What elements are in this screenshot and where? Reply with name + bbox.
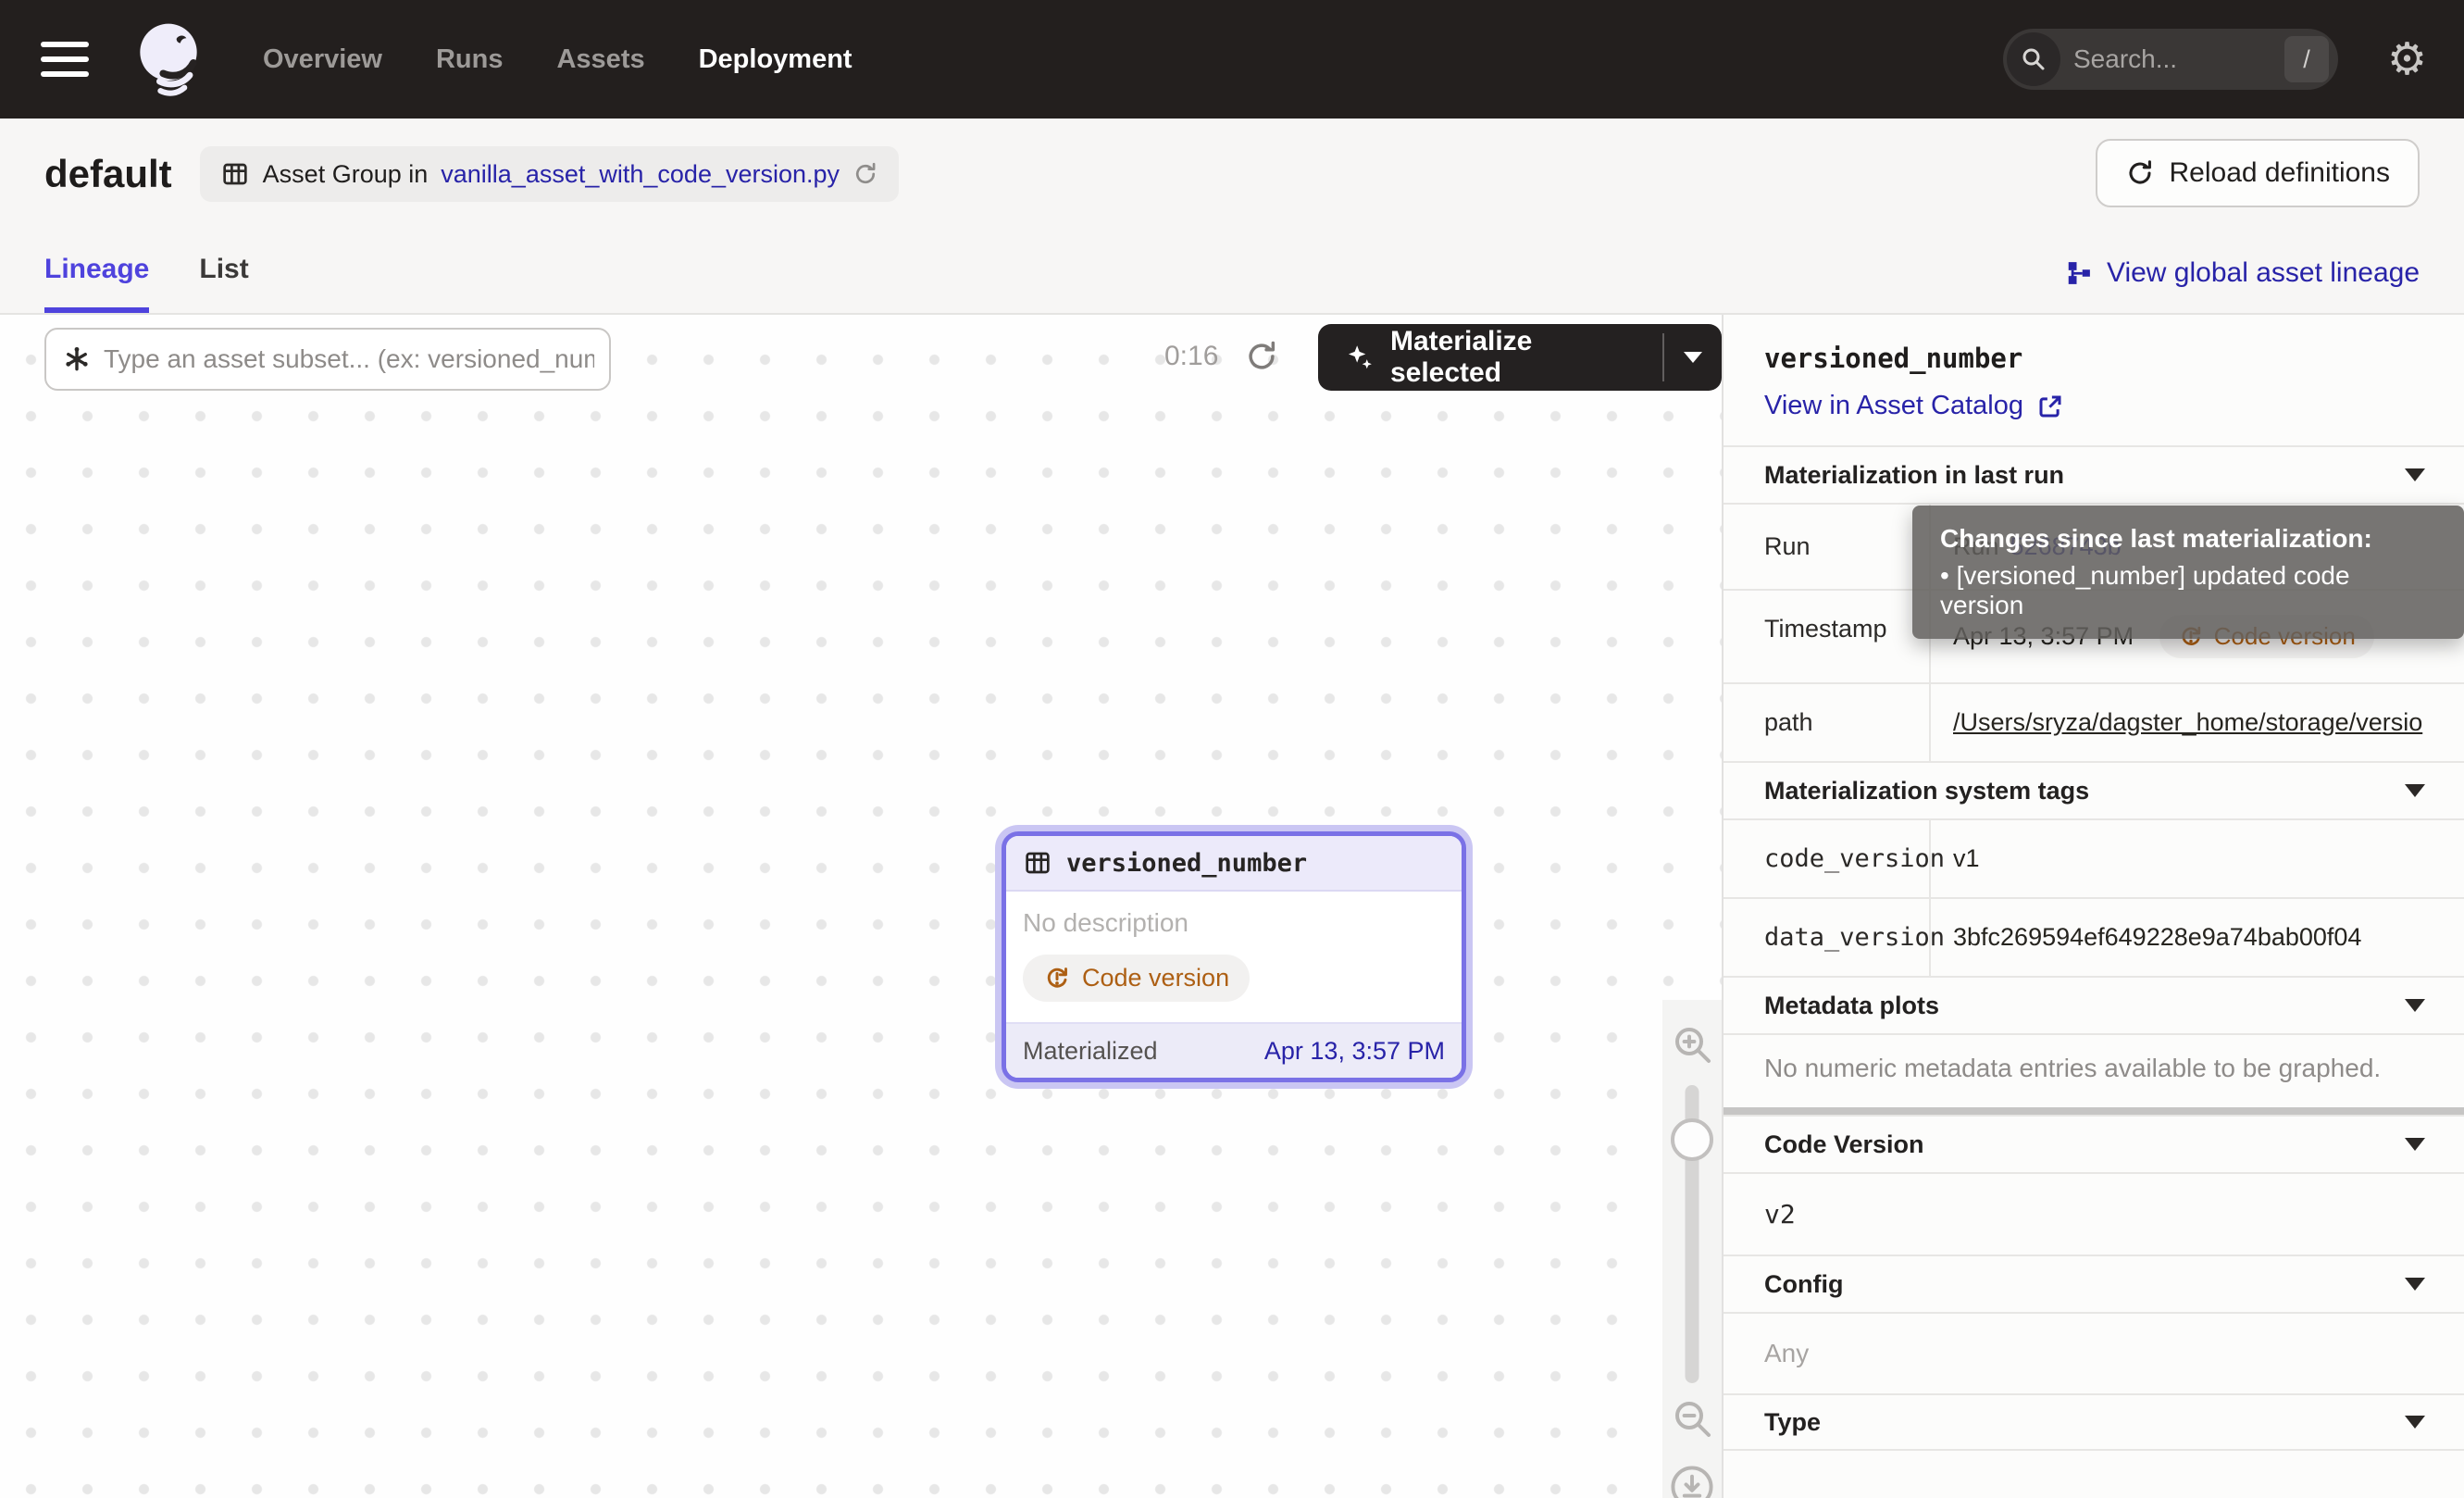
asset-selection-icon <box>61 343 93 375</box>
config-value: Any <box>1724 1312 2464 1393</box>
section-title: Metadata plots <box>1764 992 1939 1020</box>
dagster-app: Overview Runs Assets Deployment / ⚙ defa… <box>0 0 2464 1498</box>
section-caret-icon[interactable] <box>2405 784 2425 797</box>
materialized-time-link[interactable]: Apr 13, 3:57 PM <box>1264 1037 1445 1066</box>
hamburger-menu-icon[interactable] <box>41 42 89 77</box>
panel-divider <box>1724 1107 2464 1115</box>
section-caret-icon[interactable] <box>2405 999 2425 1012</box>
refresh-icon <box>2125 158 2155 188</box>
asset-subset-filter <box>44 328 611 391</box>
reload-definitions-button[interactable]: Reload definitions <box>2096 139 2420 207</box>
refresh-icon[interactable] <box>1244 339 1279 374</box>
nav-item-assets[interactable]: Assets <box>556 44 644 75</box>
refresh-icon[interactable] <box>852 161 878 187</box>
section-materialization-in-last-run[interactable]: Materialization in last run <box>1724 445 2464 503</box>
tag-row-code-version: code_version v1 <box>1724 818 2464 897</box>
asset-subset-input[interactable] <box>104 344 594 374</box>
zoom-slider-handle[interactable] <box>1671 1118 1713 1161</box>
code-version-badge: Code version <box>1023 955 1250 1002</box>
asset-detail-panel: versioned_number View in Asset Catalog M… <box>1724 315 2464 1498</box>
asset-node-versioned-number[interactable]: versioned_number No description Code ver… <box>1002 831 1466 1082</box>
tab-list[interactable]: List <box>199 254 248 313</box>
view-global-asset-lineage-link[interactable]: View global asset lineage <box>2065 257 2420 289</box>
path-row: path /Users/sryza/dagster_home/storage/v… <box>1724 682 2464 761</box>
lineage-graph-canvas[interactable]: 0:16 Materialize selected versioned_numb… <box>0 315 1724 1498</box>
chevron-down-icon <box>1684 352 1702 363</box>
materialized-label: Materialized <box>1023 1037 1158 1066</box>
tooltip-title: Changes since last materialization: <box>1940 524 2436 554</box>
page-header: default Asset Group in vanilla_asset_wit… <box>0 119 2464 230</box>
reload-definitions-label: Reload definitions <box>2170 157 2391 189</box>
tab-lineage[interactable]: Lineage <box>44 254 149 313</box>
tag-key: data_version <box>1724 899 1929 976</box>
materialize-dropdown-button[interactable] <box>1664 324 1722 391</box>
zoom-out-icon[interactable] <box>1670 1396 1714 1441</box>
gear-icon[interactable]: ⚙ <box>2387 31 2427 87</box>
view-in-asset-catalog-link[interactable]: View in Asset Catalog <box>1764 391 2423 421</box>
sparkle-icon <box>1344 341 1375 374</box>
section-title: Config <box>1764 1270 1843 1299</box>
section-title: Type <box>1764 1408 1821 1437</box>
section-caret-icon[interactable] <box>2405 1278 2425 1291</box>
asset-node-body: No description Code version <box>1006 892 1462 1022</box>
section-title: Materialization system tags <box>1764 777 2089 805</box>
search-bar: / <box>2003 29 2338 90</box>
code-version-cycle-icon <box>1043 965 1071 992</box>
timestamp-row-label: Timestamp <box>1724 591 1929 682</box>
fit-view-icon[interactable] <box>1668 1463 1716 1498</box>
materialize-selected-label: Materialize selected <box>1390 326 1636 389</box>
path-link[interactable]: /Users/sryza/dagster_home/storage/versio <box>1953 708 2422 736</box>
section-caret-icon[interactable] <box>2405 1138 2425 1151</box>
zoom-in-icon[interactable] <box>1670 1022 1714 1067</box>
panel-asset-name: versioned_number <box>1764 343 2423 374</box>
table-grid-icon <box>1023 848 1052 878</box>
nav-item-overview[interactable]: Overview <box>263 44 382 75</box>
section-type[interactable]: Type <box>1724 1393 2464 1451</box>
section-title: Code Version <box>1764 1130 1924 1159</box>
view-global-asset-lineage-label: View global asset lineage <box>2107 257 2420 289</box>
nav-item-runs[interactable]: Runs <box>436 44 504 75</box>
asset-group-badge: Asset Group in vanilla_asset_with_code_v… <box>200 146 899 202</box>
metadata-plots-empty-text: No numeric metadata entries available to… <box>1724 1033 2464 1107</box>
section-config[interactable]: Config <box>1724 1255 2464 1312</box>
section-caret-icon[interactable] <box>2405 1416 2425 1429</box>
section-code-version[interactable]: Code Version <box>1724 1115 2464 1172</box>
search-input[interactable] <box>2060 44 2284 74</box>
asset-node-header: versioned_number <box>1006 836 1462 892</box>
tag-value: v1 <box>1929 820 2464 897</box>
view-in-asset-catalog-label: View in Asset Catalog <box>1764 391 2023 421</box>
asset-node-description: No description <box>1023 908 1445 938</box>
asset-group-file-link[interactable]: vanilla_asset_with_code_version.py <box>441 160 840 189</box>
tag-key: code_version <box>1724 820 1929 897</box>
asset-node-footer: Materialized Apr 13, 3:57 PM <box>1006 1022 1462 1078</box>
run-row-label: Run <box>1724 505 1929 589</box>
nav-links: Overview Runs Assets Deployment <box>263 44 852 75</box>
search-shortcut-badge: / <box>2284 36 2329 82</box>
tag-value: 3bfc269594ef649228e9a74bab00f04 <box>1929 899 2464 976</box>
section-caret-icon[interactable] <box>2405 468 2425 481</box>
materialize-selected-button[interactable]: Materialize selected <box>1318 324 1722 391</box>
tabs-row: Lineage List View global asset lineage <box>0 230 2464 315</box>
zoom-controls <box>1662 1000 1722 1498</box>
section-metadata-plots[interactable]: Metadata plots <box>1724 976 2464 1033</box>
refresh-timer: 0:16 <box>1164 341 1218 372</box>
tag-row-data-version: data_version 3bfc269594ef649228e9a74bab0… <box>1724 897 2464 976</box>
nav-item-deployment[interactable]: Deployment <box>699 44 852 75</box>
section-materialization-system-tags[interactable]: Materialization system tags <box>1724 761 2464 818</box>
page-title: default <box>44 152 172 196</box>
dagster-logo-icon[interactable] <box>126 17 211 102</box>
path-row-label: path <box>1724 684 1929 761</box>
tooltip-item: • [versioned_number] updated code versio… <box>1940 561 2436 620</box>
table-grid-icon <box>220 159 250 189</box>
changes-tooltip: Changes since last materialization: • [v… <box>1912 506 2464 639</box>
search-icon <box>2007 32 2060 86</box>
lineage-graph-icon <box>2065 259 2093 287</box>
asset-node-name: versioned_number <box>1066 849 1307 878</box>
external-link-icon <box>2036 393 2064 420</box>
asset-group-prefix: Asset Group in <box>263 160 429 189</box>
top-nav: Overview Runs Assets Deployment / ⚙ <box>0 0 2464 119</box>
code-version-value: v2 <box>1724 1172 2464 1255</box>
code-version-badge-label: Code version <box>1082 964 1229 992</box>
section-title: Materialization in last run <box>1764 461 2064 490</box>
